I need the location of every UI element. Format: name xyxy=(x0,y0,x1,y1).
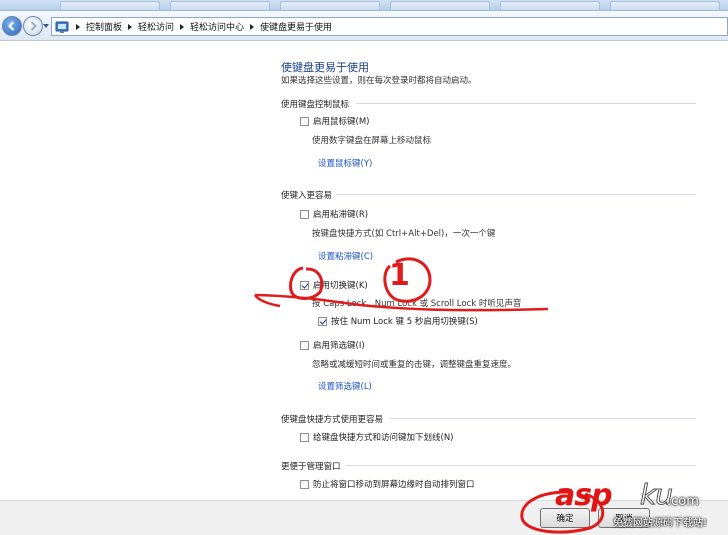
main-content: 使键盘更易于使用 如果选择这些设置，则在每次登录时都将自动启动。 使用键盘控制鼠… xyxy=(0,42,728,500)
stickykeys-option[interactable]: 启用粘滞键(R) xyxy=(300,208,368,220)
breadcrumb-item-control-panel[interactable]: 控制面板 xyxy=(83,20,125,33)
underline-shortcuts-label[interactable]: 给键盘快捷方式和访问键加下划线(N) xyxy=(313,431,454,443)
underline-shortcuts-option[interactable]: 给键盘快捷方式和访问键加下划线(N) xyxy=(300,431,454,443)
togglekeys-numlock-label[interactable]: 按住 Num Lock 键 5 秒启用切换键(S) xyxy=(331,315,478,327)
section-divider xyxy=(390,418,696,419)
recent-pages-dropdown-icon[interactable] xyxy=(43,24,49,28)
chevron-right-icon[interactable] xyxy=(125,23,135,30)
section-divider xyxy=(346,465,696,466)
section-heading-mouse: 使用键盘控制鼠标 xyxy=(281,100,350,110)
underline-shortcuts-checkbox[interactable] xyxy=(300,432,309,442)
window-tab[interactable] xyxy=(610,1,720,10)
stickykeys-checkbox[interactable] xyxy=(300,209,309,219)
control-panel-icon xyxy=(55,21,69,33)
section-heading-typing: 使键入更容易 xyxy=(281,191,333,201)
stickykeys-description: 按键盘快捷方式(如 Ctrl+Alt+Del)，一次一个键 xyxy=(312,229,496,239)
breadcrumb-item-keyboard[interactable]: 使键盘更易于使用 xyxy=(257,20,335,33)
breadcrumb: 控制面板 轻松访问 轻松访问中心 使键盘更易于使用 xyxy=(73,18,335,35)
prevent-snap-option[interactable]: 防止将窗口移动到屏幕边缘时自动排列窗口 xyxy=(300,478,475,490)
breadcrumb-item-ease-of-access[interactable]: 轻松访问 xyxy=(135,20,177,33)
arrow-right-icon xyxy=(30,21,37,31)
chevron-right-icon[interactable] xyxy=(177,23,187,30)
chevron-right-icon[interactable] xyxy=(247,23,257,30)
navigation-bar: 控制面板 轻松访问 轻松访问中心 使键盘更易于使用 xyxy=(0,11,728,41)
window-tab[interactable] xyxy=(280,1,380,10)
mousekeys-label[interactable]: 启用鼠标键(M) xyxy=(313,115,369,127)
address-bar[interactable]: 控制面板 轻松访问 轻松访问中心 使键盘更易于使用 xyxy=(51,17,728,36)
togglekeys-label[interactable]: 启用切换键(K) xyxy=(313,279,368,291)
setup-mousekeys-link[interactable]: 设置鼠标键(Y) xyxy=(318,157,372,169)
breadcrumb-item-ease-of-access-center[interactable]: 轻松访问中心 xyxy=(187,20,247,33)
chevron-right-icon[interactable] xyxy=(73,23,83,30)
watermark-tagline: 免费网站源码下载站! xyxy=(613,518,708,529)
watermark-brand-red: asp xyxy=(555,478,613,513)
window-tab[interactable] xyxy=(60,1,160,10)
prevent-snap-checkbox[interactable] xyxy=(300,479,309,489)
forward-button[interactable] xyxy=(23,16,43,36)
page-title: 使键盘更易于使用 xyxy=(281,61,369,74)
setup-filterkeys-link[interactable]: 设置筛选键(L) xyxy=(318,380,372,392)
filterkeys-option[interactable]: 启用筛选键(I) xyxy=(300,339,365,351)
window-tab[interactable] xyxy=(390,1,490,10)
back-button[interactable] xyxy=(2,16,22,36)
mousekeys-option[interactable]: 启用鼠标键(M) xyxy=(300,115,369,127)
page-subtitle: 如果选择这些设置，则在每次登录时都将自动启动。 xyxy=(281,76,477,86)
prevent-snap-label[interactable]: 防止将窗口移动到屏幕边缘时自动排列窗口 xyxy=(313,478,475,490)
arrow-left-icon xyxy=(8,21,15,31)
filterkeys-description: 忽略或减缓短时间或重复的击键，调整键盘重复速度。 xyxy=(312,360,517,370)
annotation-number: 1 xyxy=(389,258,410,293)
mousekeys-description: 使用数字键盘在屏幕上移动鼠标 xyxy=(312,136,432,146)
togglekeys-numlock-option[interactable]: 按住 Num Lock 键 5 秒启用切换键(S) xyxy=(318,315,478,327)
section-divider xyxy=(356,103,696,104)
mousekeys-checkbox[interactable] xyxy=(300,116,309,126)
section-heading-windows: 更便于管理窗口 xyxy=(281,462,341,472)
browser-tab-strip xyxy=(0,0,728,11)
setup-stickykeys-link[interactable]: 设置粘滞键(C) xyxy=(318,250,373,262)
filterkeys-label[interactable]: 启用筛选键(I) xyxy=(313,339,365,351)
window-tab[interactable] xyxy=(170,1,270,10)
watermark-tld: .com xyxy=(667,494,699,509)
section-divider xyxy=(336,194,696,195)
filterkeys-checkbox[interactable] xyxy=(300,340,309,350)
togglekeys-option[interactable]: 启用切换键(K) xyxy=(300,279,368,291)
window-tab[interactable] xyxy=(500,1,600,10)
togglekeys-numlock-checkbox[interactable] xyxy=(318,316,327,326)
togglekeys-description: 按 Caps Lock、Num Lock 或 Scroll Lock 时听见声音 xyxy=(312,299,522,309)
stickykeys-label[interactable]: 启用粘滞键(R) xyxy=(313,208,368,220)
section-heading-shortcuts: 使键盘快捷方式使用更容易 xyxy=(281,415,384,425)
togglekeys-checkbox[interactable] xyxy=(300,280,309,290)
